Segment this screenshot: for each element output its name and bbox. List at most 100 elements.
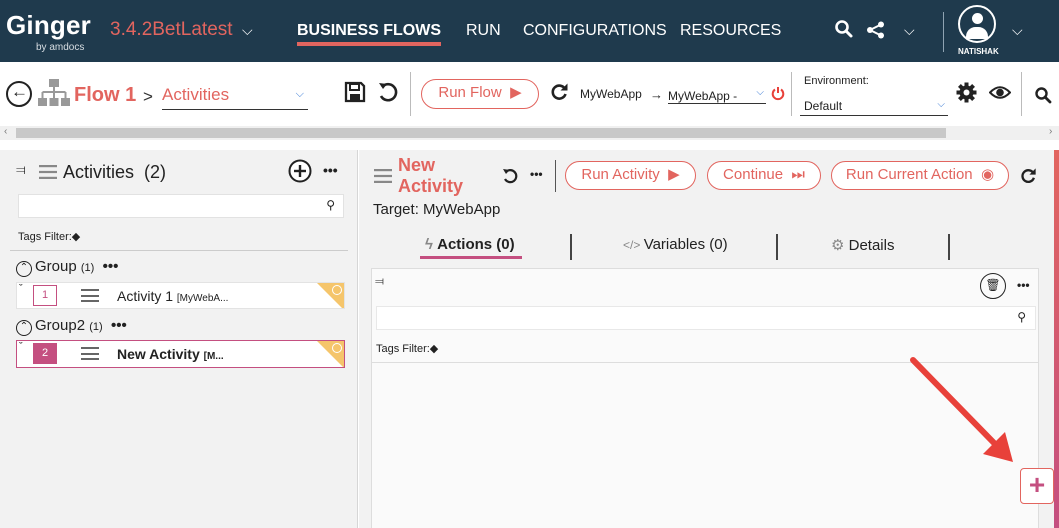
search-icon: ⚲ [326,198,335,212]
active-tab-indicator [420,256,522,259]
group-header[interactable]: ⌃ Group2 (1) ••• [16,317,127,336]
fast-forward-icon: ⏭ [787,166,805,183]
collapse-icon[interactable]: ⫤ [16,162,26,178]
horizontal-scrollbar-thumb[interactable] [16,128,946,138]
drag-handle-icon[interactable] [81,289,99,302]
annotation-arrow-icon [910,357,1013,462]
activities-search-input[interactable]: ⚲ [18,194,344,218]
breadcrumb-separator: > [143,87,153,106]
ellipsis-icon[interactable]: ••• [107,317,127,334]
scroll-left-icon[interactable]: ‹ [4,126,7,137]
nav-configurations[interactable]: CONFIGURATIONS [523,22,667,40]
vertical-scrollbar[interactable] [1054,150,1059,528]
chevron-down-icon: ⌵ [295,88,304,100]
status-icon [332,343,342,353]
power-icon[interactable] [771,86,785,106]
scroll-right-icon[interactable]: › [1049,126,1052,137]
group-count: (1) [89,321,103,333]
run-current-action-button[interactable]: Run Current Action ◉ [831,161,1009,190]
run-flow-button[interactable]: Run Flow ▶ [421,79,539,109]
tab-variables[interactable]: </> Variables (0) [623,236,728,253]
user-avatar-icon[interactable] [958,5,996,43]
save-icon[interactable] [344,81,366,108]
eye-icon[interactable] [988,85,1012,105]
chevron-down-icon[interactable]: ⌵ [242,22,253,39]
gear-icon[interactable] [956,82,977,108]
trash-icon[interactable]: 🗑 [980,273,1006,299]
activity-name: Activity 1 [MyWebA... [117,288,228,304]
tab-details[interactable]: ⚙ Details [831,236,894,254]
lightning-icon: ϟ [425,236,438,253]
chevron-down-icon[interactable]: ˇ [19,283,23,295]
add-action-button[interactable]: + [1020,468,1054,504]
nav-run[interactable]: RUN [466,22,501,40]
back-arrow-icon[interactable] [6,81,32,107]
collapse-group-icon[interactable]: ⌃ [16,320,32,336]
tags-filter-label: Tags Filter: [18,231,72,243]
page-selector[interactable]: Activities ⌵ [162,84,308,110]
nav-divider [943,12,944,52]
activity-name-text: Activity 1 [117,288,174,304]
flow-title: Flow 1 [74,84,137,106]
tags-filter[interactable]: Tags Filter:◆ [18,230,80,243]
tags-filter[interactable]: Tags Filter:◆ [376,342,438,355]
environment-selector-value: Default [804,99,843,113]
chevron-down-icon: ⌵ [937,99,945,110]
ellipsis-icon[interactable]: ••• [1017,278,1030,292]
agent-selector[interactable]: MyWebApp - ⌵ [668,87,766,104]
user-name: NATISHAK [958,47,999,56]
ellipsis-icon[interactable]: ••• [99,258,119,275]
nav-business-flows[interactable]: BUSINESS FLOWS [297,22,441,40]
page-selector-value: Activities [162,85,230,104]
play-icon: ▶ [663,166,680,183]
activity-name-text: New Activity [117,346,200,362]
top-nav-bar: Ginger by amdocs 3.4.2BetLatest ⌵ BUSINE… [0,0,1059,62]
environment-selector[interactable]: Default ⌵ [800,97,948,116]
activity-details-pane: New Activity ••• Run Activity ▶ Continue… [359,150,1059,528]
tag-icon: ◆ [71,231,81,243]
continue-button[interactable]: Continue ⏭ [707,161,821,190]
drag-handle-icon[interactable] [81,347,99,360]
group-count: (1) [80,262,95,274]
collapse-group-icon[interactable]: ⌃ [16,261,32,277]
activity-card-selected[interactable]: ˇ 2 New Activity [M... [16,340,345,368]
actions-search-input[interactable]: ⚲ [376,306,1036,330]
activity-title-line2: Activity [398,176,464,196]
activity-card[interactable]: ˇ 1 Activity 1 [MyWebA... [16,282,345,309]
record-icon: ◉ [976,166,995,183]
chevron-down-icon[interactable]: ˇ [19,341,23,353]
app-logo-sub: by amdocs [36,42,85,53]
undo-icon[interactable] [502,168,518,189]
group-header[interactable]: ⌃ Group (1) ••• [16,258,118,277]
activity-name: New Activity [M... [117,346,224,362]
activities-count: (2) [144,162,167,182]
refresh-icon[interactable] [1020,167,1037,189]
vertical-scrollbar-thumb[interactable] [1054,150,1059,528]
activity-title-line1: New [398,155,436,175]
plus-circle-icon[interactable] [288,159,312,188]
chevron-down-icon[interactable]: ⌵ [1012,22,1023,39]
chevron-down-icon[interactable]: ⌵ [904,22,915,39]
ellipsis-icon[interactable]: ••• [530,167,543,181]
list-icon [39,165,57,184]
ellipsis-icon[interactable]: ••• [323,162,338,178]
share-icon[interactable] [866,21,886,44]
refresh-icon[interactable] [550,82,569,106]
collapse-icon[interactable]: ⫤ [375,274,384,289]
nav-resources[interactable]: RESOURCES [680,22,781,40]
code-icon: </> [623,238,644,252]
undo-icon[interactable] [377,81,399,108]
activity-target: [M... [203,351,224,362]
activities-pane: ⫤ Activities (2) ••• ⚲ Tags Filter:◆ ⌃ Gr… [0,150,358,528]
tab-actions[interactable]: ϟ Actions (0) [425,236,515,253]
flow-toolbar: Flow 1 > Activities ⌵ Run Flow ▶ MyWebAp… [0,62,1059,126]
header-divider [555,160,556,192]
search-icon[interactable] [1034,86,1052,109]
version-label[interactable]: 3.4.2BetLatest [110,19,233,41]
search-icon[interactable] [834,19,854,44]
horizontal-scrollbar[interactable]: ‹ › [0,126,1059,140]
toolbar-divider [791,72,792,116]
arrow-right-icon: → [650,87,663,102]
gear-icon: ⚙ [831,237,849,254]
run-activity-button[interactable]: Run Activity ▶ [565,161,696,190]
